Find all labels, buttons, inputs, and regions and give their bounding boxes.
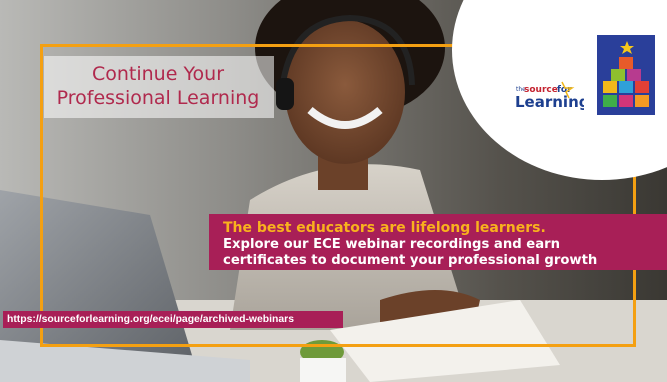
promo-tagline: The best educators are lifelong learners… bbox=[223, 220, 546, 236]
promo-body-line-1: Explore our ECE webinar recordings and e… bbox=[223, 237, 560, 252]
promo-message-box: The best educators are lifelong learners… bbox=[209, 214, 667, 270]
webinar-url-link[interactable]: https://sourceforlearning.org/ecei/page/… bbox=[3, 311, 343, 328]
webinar-promo-slide: Continue Your Professional Learning the … bbox=[0, 0, 667, 382]
promo-body-line-2: certificates to document your profession… bbox=[223, 253, 598, 268]
logo-word-learning: Learning bbox=[515, 93, 584, 111]
stacked-blocks-icon bbox=[597, 35, 655, 115]
title-line-1: Continue Your bbox=[91, 63, 225, 85]
source-for-learning-logo: the source for Learning bbox=[515, 81, 584, 111]
slide-title: Continue Your Professional Learning bbox=[44, 62, 272, 110]
title-line-2: Professional Learning bbox=[56, 87, 260, 109]
